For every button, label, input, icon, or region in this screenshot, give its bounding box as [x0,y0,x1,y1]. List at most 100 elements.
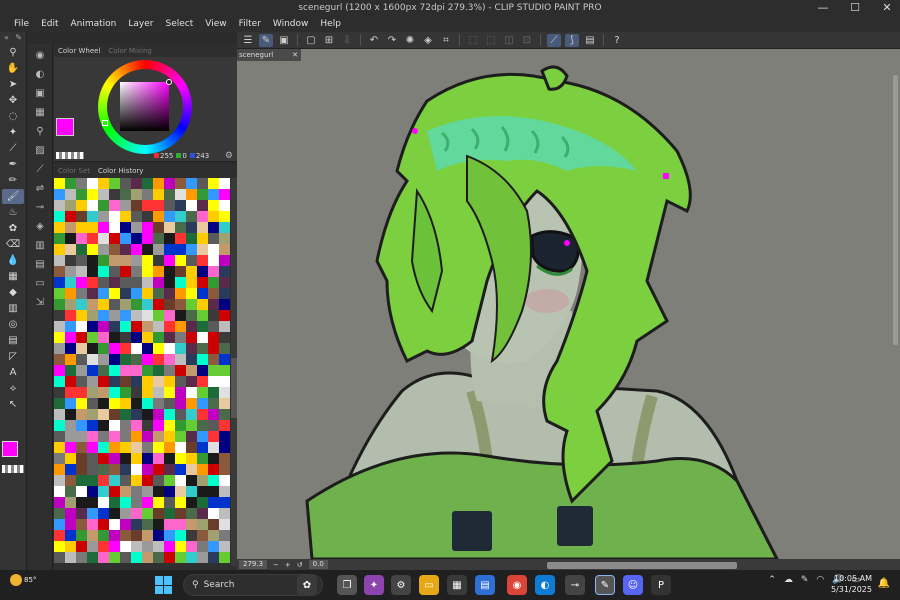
layer-property-icon[interactable]: ▨ [31,142,49,158]
color-swatch[interactable] [109,211,120,222]
color-swatch[interactable] [54,233,65,244]
color-swatch[interactable] [65,255,76,266]
color-swatch[interactable] [175,189,186,200]
color-swatch[interactable] [54,288,65,299]
color-swatch[interactable] [208,255,219,266]
color-swatch[interactable] [197,508,208,519]
color-swatch[interactable] [109,178,120,189]
tab-color-mixing[interactable]: Color Mixing [108,47,151,55]
color-swatch[interactable] [186,365,197,376]
color-swatch[interactable] [175,178,186,189]
color-swatch[interactable] [120,365,131,376]
color-swatch[interactable] [131,233,142,244]
color-swatch[interactable] [120,299,131,310]
color-swatch[interactable] [76,255,87,266]
color-swatch[interactable] [197,266,208,277]
color-swatch[interactable] [131,277,142,288]
color-swatch[interactable] [164,541,175,552]
color-swatch[interactable] [175,233,186,244]
color-swatch[interactable] [98,541,109,552]
color-swatch[interactable] [54,409,65,420]
color-swatch[interactable] [197,475,208,486]
color-swatch[interactable] [65,277,76,288]
color-swatch[interactable] [175,442,186,453]
color-swatch[interactable] [65,530,76,541]
rotation-value[interactable]: 0.0 [308,560,328,569]
color-swatch[interactable] [131,453,142,464]
color-swatch[interactable] [98,365,109,376]
color-swatch[interactable] [219,178,230,189]
color-swatch[interactable] [131,354,142,365]
color-swatch[interactable] [208,299,219,310]
color-swatch[interactable] [98,332,109,343]
color-swatch[interactable] [186,530,197,541]
color-swatch[interactable] [186,354,197,365]
color-swatch[interactable] [153,376,164,387]
color-swatch[interactable] [76,211,87,222]
zoom-tool-icon[interactable]: ⚲ [2,45,24,60]
color-swatch[interactable] [175,486,186,497]
color-swatch[interactable] [219,310,230,321]
color-swatch[interactable] [131,343,142,354]
color-swatch[interactable] [186,431,197,442]
color-swatch[interactable] [153,453,164,464]
color-swatch[interactable] [164,222,175,233]
color-swatch[interactable] [175,453,186,464]
color-swatch[interactable] [208,497,219,508]
color-swatch[interactable] [186,552,197,563]
color-swatch[interactable] [120,497,131,508]
color-swatch[interactable] [131,519,142,530]
color-swatch[interactable] [65,189,76,200]
new-file-icon[interactable]: ▢ [304,34,318,47]
color-swatch[interactable] [153,332,164,343]
chrome-icon[interactable]: ◉ [507,575,527,595]
save-icon[interactable]: ⇩ [340,34,354,47]
color-swatch[interactable] [175,552,186,563]
color-swatch[interactable] [164,420,175,431]
color-swatch[interactable] [219,343,230,354]
blend-icon[interactable]: 💧 [2,253,24,268]
color-swatch[interactable] [65,376,76,387]
color-swatch[interactable] [98,244,109,255]
color-swatch[interactable] [87,431,98,442]
color-swatch[interactable] [175,354,186,365]
color-swatch[interactable] [219,200,230,211]
menu-file[interactable]: File [8,16,35,32]
color-swatch[interactable] [87,475,98,486]
pen-icon[interactable]: ✒ [2,157,24,172]
color-swatch[interactable] [142,541,153,552]
lasso-tool-icon[interactable]: ◌ [2,109,24,124]
color-swatch[interactable] [109,420,120,431]
color-swatch[interactable] [120,343,131,354]
color-swatch[interactable] [208,332,219,343]
color-swatch[interactable] [175,343,186,354]
color-swatch[interactable] [142,519,153,530]
color-swatch[interactable] [54,376,65,387]
color-swatch[interactable] [175,200,186,211]
color-swatch[interactable] [65,178,76,189]
wifi-icon[interactable]: ◠ [816,575,824,585]
color-swatch[interactable] [76,376,87,387]
color-swatch[interactable] [208,178,219,189]
color-swatch[interactable] [87,277,98,288]
color-swatch[interactable] [219,233,230,244]
color-swatch[interactable] [98,519,109,530]
color-swatch[interactable] [131,365,142,376]
color-swatch[interactable] [120,200,131,211]
color-swatch[interactable] [186,486,197,497]
color-swatch[interactable] [142,365,153,376]
color-swatch[interactable] [120,387,131,398]
brush-icon[interactable]: 🖌 [2,189,24,204]
color-swatch[interactable] [65,244,76,255]
menu-animation[interactable]: Animation [65,16,123,32]
color-swatch[interactable] [98,530,109,541]
color-swatch[interactable] [109,266,120,277]
zoom-in-icon[interactable]: + [285,561,291,569]
color-swatch[interactable] [87,442,98,453]
color-swatch[interactable] [142,244,153,255]
color-swatch[interactable] [175,299,186,310]
color-swatch[interactable] [142,486,153,497]
color-swatch[interactable] [164,431,175,442]
color-swatch[interactable] [120,453,131,464]
color-swatch[interactable] [164,453,175,464]
